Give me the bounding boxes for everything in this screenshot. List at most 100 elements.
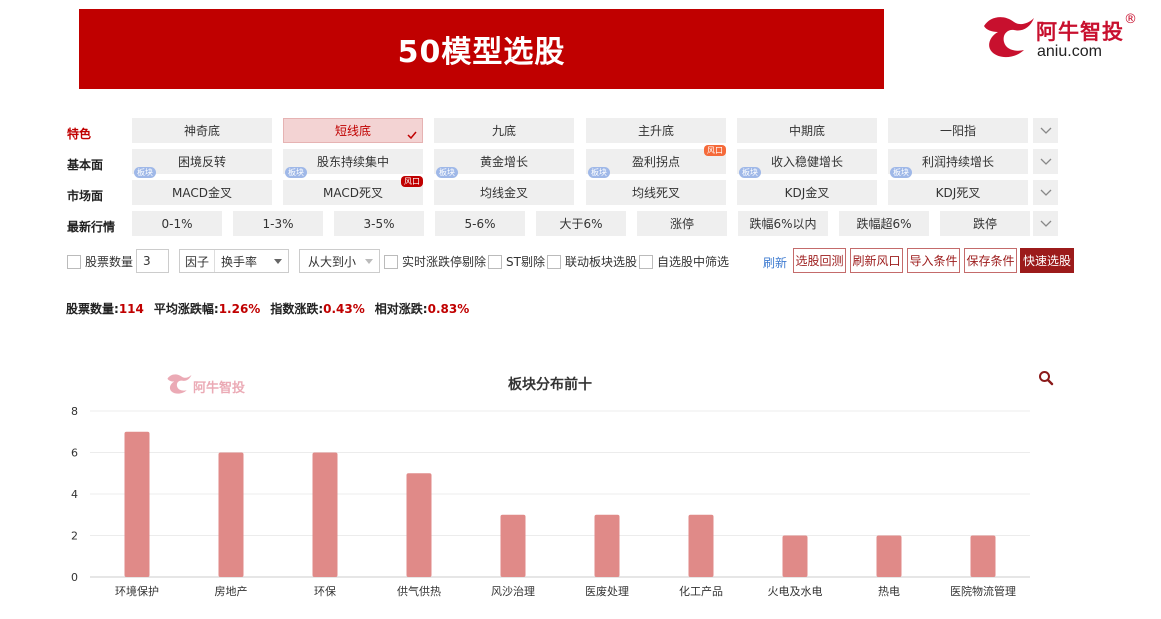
order-select[interactable]: 从大到小 xyxy=(299,249,380,273)
stat-relative-value: 0.83% xyxy=(427,302,470,316)
row-label-quotes: 最新行情 xyxy=(67,220,116,234)
logo-registered: ® xyxy=(1124,12,1137,27)
stock-count-input[interactable]: 3 xyxy=(136,249,169,273)
chip-range-5-6[interactable]: 5-6% xyxy=(435,211,525,236)
bar xyxy=(594,514,620,577)
factor-select[interactable]: 因子 换手率 xyxy=(179,249,289,273)
stat-relative: 相对涨跌:0.83% xyxy=(375,300,469,317)
stock-count-label: 股票数量 xyxy=(85,255,134,269)
chip-ma-death[interactable]: 均线死叉 xyxy=(586,180,726,205)
sector-tag: 板块 xyxy=(588,167,610,178)
sector-tag: 板块 xyxy=(285,167,307,178)
row-label-feature: 特色 xyxy=(67,127,92,141)
page-banner: 50模型选股 xyxy=(79,9,884,89)
row-label-fundamental: 基本面 xyxy=(67,158,104,172)
sector-tag: 板块 xyxy=(890,167,912,178)
stock-count-toggle[interactable]: 股票数量 xyxy=(67,253,133,270)
chip-gudongjizhong[interactable]: 股东持续集中 板块 xyxy=(283,149,423,178)
chevron-down-icon xyxy=(1040,127,1051,134)
stat-index: 指数涨跌:0.43% xyxy=(270,300,364,317)
y-tick-label: 8 xyxy=(71,405,78,418)
caret-down-icon xyxy=(365,258,373,264)
stat-count-value: 114 xyxy=(118,302,144,316)
result-stats: 股票数量:114 平均涨跌幅:1.26% 指数涨跌:0.43% 相对涨跌:0.8… xyxy=(66,300,469,317)
chip-kdj-death[interactable]: KDJ死叉 xyxy=(888,180,1028,205)
order-value: 从大到小 xyxy=(308,254,357,269)
chip-zhongqidi[interactable]: 中期底 xyxy=(737,118,877,143)
stat-avg: 平均涨跌幅:1.26% xyxy=(154,300,260,317)
chip-kunjingfanzhuan[interactable]: 困境反转 板块 xyxy=(132,149,272,178)
chart-title: 板块分布前十 xyxy=(508,377,592,393)
chip-ma-golden[interactable]: 均线金叉 xyxy=(434,180,574,205)
chip-limit-down[interactable]: 跌停 xyxy=(940,211,1030,236)
chip-range-0-1[interactable]: 0-1% xyxy=(132,211,222,236)
x-tick-label: 热电 xyxy=(878,585,900,598)
sector-link-toggle[interactable]: 联动板块选股 xyxy=(547,253,637,270)
stat-count-label: 股票数量: xyxy=(66,302,119,316)
chip-kdj-golden[interactable]: KDJ金叉 xyxy=(737,180,877,205)
chip-shenqidi[interactable]: 神奇底 xyxy=(132,118,272,143)
brand-logo: 阿牛智投 ® aniu.com xyxy=(980,12,1140,64)
chip-huangjinzengzhang[interactable]: 黄金增长 板块 xyxy=(434,149,574,178)
expand-row-2-button[interactable] xyxy=(1033,149,1058,174)
chip-drop-within-6[interactable]: 跌幅6%以内 xyxy=(738,211,828,236)
watchlist-filter-label: 自选股中筛选 xyxy=(657,255,730,269)
chevron-down-icon xyxy=(1040,158,1051,165)
watchlist-filter-toggle[interactable]: 自选股中筛选 xyxy=(639,253,729,270)
sector-tag: 板块 xyxy=(739,167,761,178)
st-exclude-label: ST剔除 xyxy=(506,255,545,269)
y-tick-label: 4 xyxy=(71,488,78,501)
st-exclude-checkbox[interactable] xyxy=(488,254,502,269)
chip-duanxiandi[interactable]: 短线底 xyxy=(283,118,423,143)
chip-lirunchixu[interactable]: 利润持续增长 板块 xyxy=(888,149,1028,178)
search-icon[interactable] xyxy=(1038,370,1054,386)
y-tick-label: 0 xyxy=(71,571,78,584)
chip-macd-golden[interactable]: MACD金叉 xyxy=(132,180,272,205)
x-tick-label: 医废处理 xyxy=(585,584,629,598)
chip-range-gt-6[interactable]: 大于6% xyxy=(536,211,626,236)
expand-row-4-button[interactable] xyxy=(1033,211,1058,236)
refresh-link[interactable]: 刷新 xyxy=(763,254,787,271)
bar xyxy=(688,514,714,577)
import-condition-button[interactable]: 导入条件 xyxy=(907,248,960,273)
realtime-exclude-toggle[interactable]: 实时涨跌停剔除 xyxy=(384,253,486,270)
refresh-risk-button[interactable]: 刷新风口 xyxy=(850,248,903,273)
quick-select-button[interactable]: 快速选股 xyxy=(1020,248,1074,273)
backtest-button[interactable]: 选股回测 xyxy=(793,248,846,273)
expand-row-3-button[interactable] xyxy=(1033,180,1058,205)
page-title: 50模型选股 xyxy=(397,35,566,70)
stock-count-checkbox[interactable] xyxy=(67,254,81,269)
chip-yiyangzhi[interactable]: 一阳指 xyxy=(888,118,1028,143)
chip-range-3-5[interactable]: 3-5% xyxy=(334,211,424,236)
sector-link-label: 联动板块选股 xyxy=(565,255,638,269)
risk-badge: 风口 xyxy=(401,176,423,187)
sector-link-checkbox[interactable] xyxy=(547,254,561,269)
x-tick-label: 化工产品 xyxy=(679,584,723,598)
save-condition-button[interactable]: 保存条件 xyxy=(964,248,1017,273)
bar xyxy=(782,535,808,577)
bull-logo-icon xyxy=(984,17,1034,58)
chip-macd-death[interactable]: MACD死叉 风口 xyxy=(283,176,423,205)
chip-drop-over-6[interactable]: 跌幅超6% xyxy=(839,211,929,236)
stat-index-label: 指数涨跌: xyxy=(270,302,324,316)
expand-row-1-button[interactable] xyxy=(1033,118,1058,143)
chip-yingliguaidian[interactable]: 盈利拐点 板块 风口 xyxy=(586,145,726,178)
stat-avg-value: 1.26% xyxy=(218,302,261,316)
x-tick-label: 环境保护 xyxy=(115,584,159,598)
chip-jiudi[interactable]: 九底 xyxy=(434,118,574,143)
x-tick-label: 环保 xyxy=(314,584,336,598)
stat-avg-label: 平均涨跌幅: xyxy=(153,302,219,316)
watchlist-filter-checkbox[interactable] xyxy=(639,254,653,269)
realtime-exclude-checkbox[interactable] xyxy=(384,254,398,269)
chip-range-1-3[interactable]: 1-3% xyxy=(233,211,323,236)
st-exclude-toggle[interactable]: ST剔除 xyxy=(488,253,545,270)
chip-shouruwenjian[interactable]: 收入稳健增长 板块 xyxy=(737,149,877,178)
stat-index-value: 0.43% xyxy=(323,302,365,316)
bar xyxy=(876,535,902,577)
chip-zhushengdi[interactable]: 主升底 xyxy=(586,118,726,143)
chip-limit-up[interactable]: 涨停 xyxy=(637,211,727,236)
chevron-down-icon xyxy=(1040,189,1051,196)
bar xyxy=(218,452,244,577)
sector-tag: 板块 xyxy=(436,167,458,178)
bar xyxy=(312,452,338,577)
